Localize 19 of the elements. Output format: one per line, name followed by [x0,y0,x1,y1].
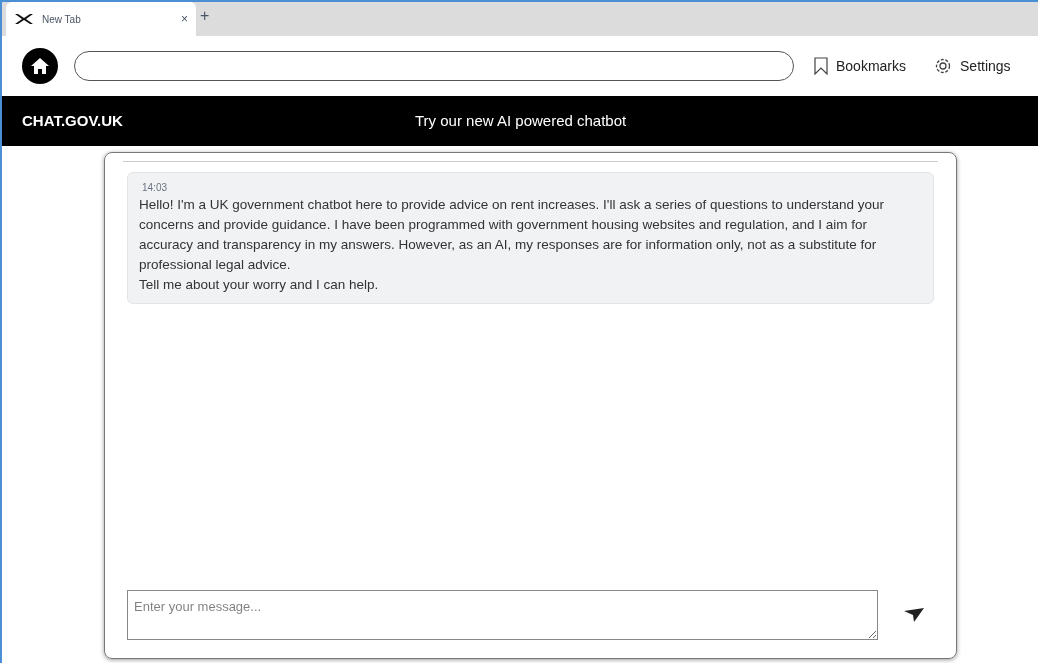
banner-headline: Try our new AI powered chatbot [415,110,627,131]
message-time: 14:03 [142,181,169,195]
site-name: CHAT.GOV.UK [22,110,124,131]
message-field[interactable]: Enter your message... [127,590,879,640]
message-text: Tell me about your worry and I can help. [139,276,380,294]
bookmark-icon [814,57,828,75]
address-bar[interactable] [74,51,794,81]
gear-icon [934,57,953,75]
close-icon[interactable]: × [181,10,188,28]
home-icon [30,57,50,75]
home-button[interactable] [22,48,58,84]
bookmarks-link[interactable]: Bookmarks [814,55,907,77]
new-tab-icon[interactable]: + [200,4,210,28]
message-text: Hello! I'm a UK government chatbot here to provide advice on rent increases. I'll ask a series of questions to understand your concerns and provide guidance. I have been programmed with government housing websites and regulation, and I aim for accuracy and transparency in my answers. However, as an AI, my responses are for information only, not as a substitute for professional legal advice. [139,196,886,274]
logo-icon [14,13,34,25]
tab-title: New Tab [42,12,82,27]
settings-link[interactable]: Settings [934,55,1011,77]
browser-tab[interactable]: New Tab × [6,2,196,36]
send-icon [903,607,925,623]
